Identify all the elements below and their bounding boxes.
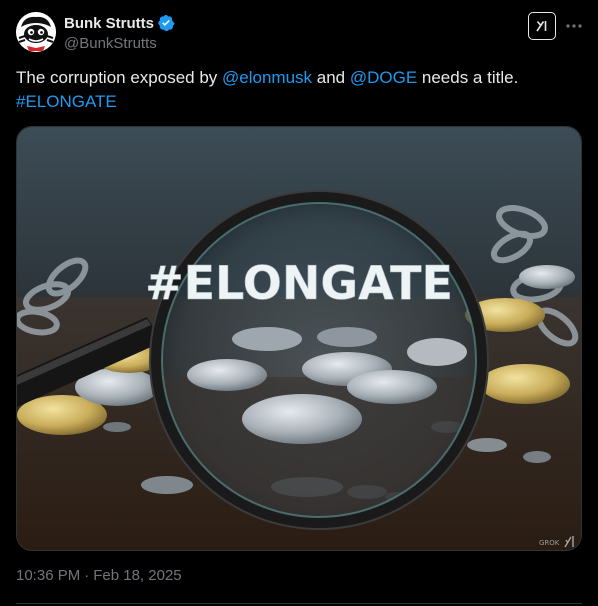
tweet-text: The corruption exposed by @elonmusk and … <box>16 66 582 114</box>
media-image[interactable]: #ELONGATE GROK <box>16 126 582 551</box>
verified-badge-icon[interactable] <box>157 14 175 32</box>
handle[interactable]: @BunkStrutts <box>64 35 175 52</box>
hashtag-elongate[interactable]: #ELONGATE <box>16 92 117 111</box>
name-row: Bunk Strutts <box>64 13 175 33</box>
mention-elonmusk[interactable]: @elonmusk <box>222 68 312 87</box>
image-headline: #ELONGATE <box>145 256 453 310</box>
mention-doge[interactable]: @DOGE <box>350 68 417 87</box>
tweet: Bunk Strutts @BunkStrutts The corruption… <box>0 0 598 606</box>
timestamp[interactable]: 10:36 PM · Feb 18, 2025 <box>16 567 182 584</box>
tweet-text-part: needs a title. <box>417 68 519 87</box>
tweet-time: 10:36 PM <box>16 567 81 584</box>
author-block: Bunk Strutts @BunkStrutts <box>64 13 175 52</box>
cartoon-spy-avatar-icon <box>16 12 56 52</box>
divider <box>16 603 582 604</box>
display-name[interactable]: Bunk Strutts <box>64 15 154 32</box>
avatar[interactable] <box>16 12 56 52</box>
tweet-date: Feb 18, 2025 <box>93 567 182 584</box>
image-watermark: GROK <box>539 539 560 547</box>
more-dots-icon <box>566 24 582 28</box>
tweet-header: Bunk Strutts @BunkStrutts <box>16 12 582 52</box>
more-button[interactable] <box>562 14 586 38</box>
tweet-text-part: and <box>312 68 350 87</box>
grok-button[interactable] <box>528 12 556 40</box>
timestamp-separator: · <box>84 567 90 584</box>
tweet-text-part: The corruption exposed by <box>16 68 223 87</box>
magnifying-glass-coins-image: #ELONGATE GROK <box>17 127 581 550</box>
grok-icon <box>536 20 547 32</box>
